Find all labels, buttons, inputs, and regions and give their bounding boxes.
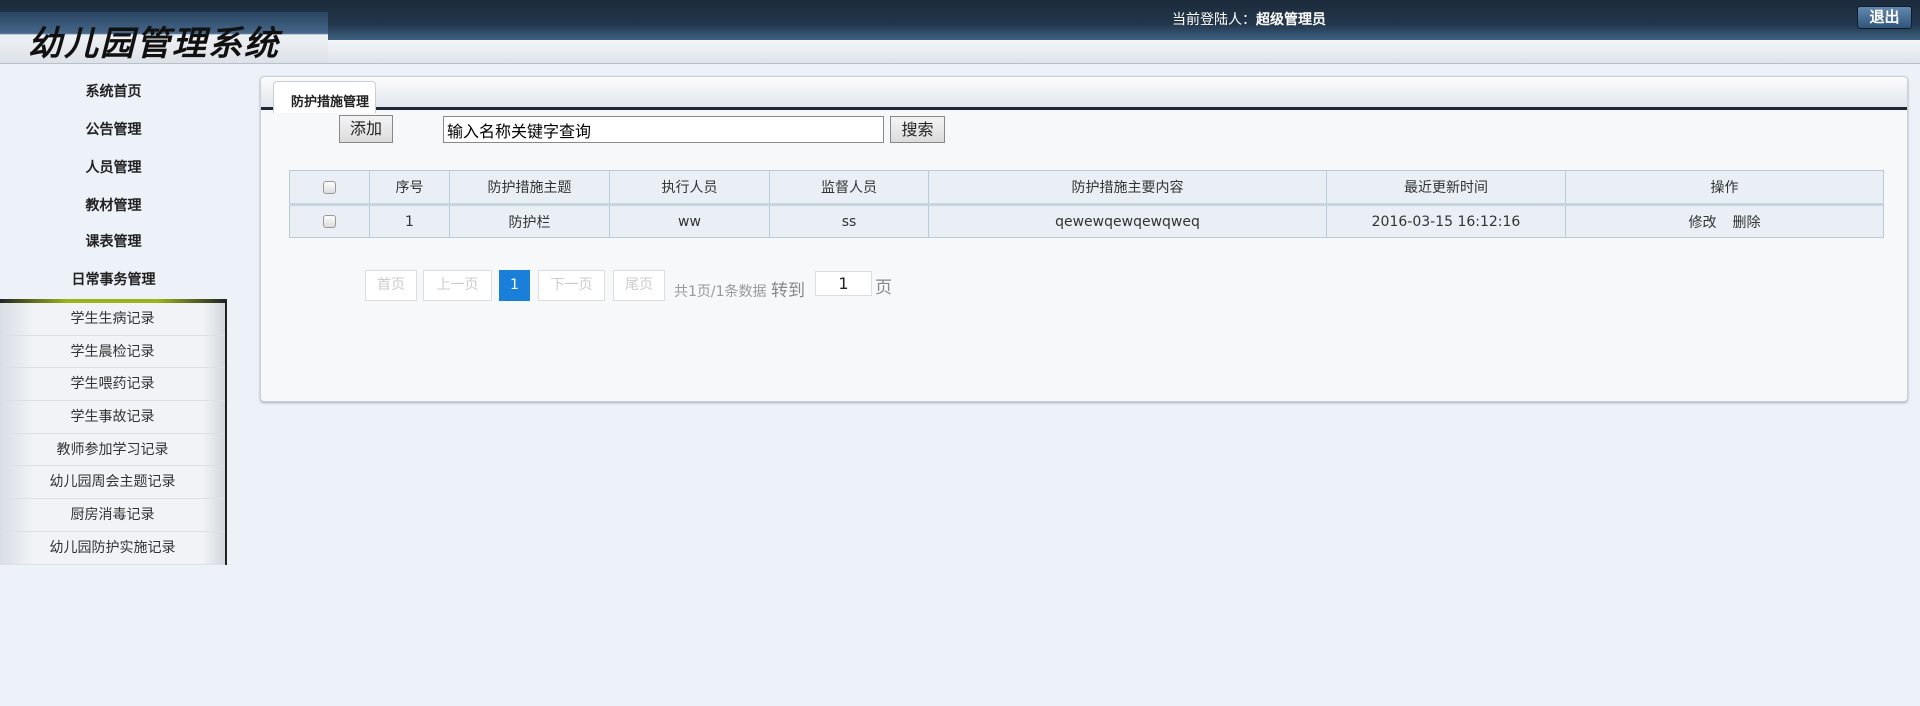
col-content: 防护措施主要内容	[928, 170, 1327, 205]
table-row: 1 防护栏 ww ss qewewqewqewqweq 2016-03-15 1…	[289, 203, 1884, 238]
col-topic: 防护措施主题	[449, 170, 610, 205]
current-user: 当前登陆人：超级管理员	[1172, 12, 1326, 28]
prev-page-button[interactable]: 上一页	[423, 270, 492, 301]
cell-updated: 2016-03-15 16:12:16	[1326, 203, 1566, 238]
submenu-item[interactable]: 学生喂药记录	[0, 368, 225, 402]
goto-page-input[interactable]: 1	[815, 271, 872, 296]
sidebar-item-notices[interactable]: 公告管理	[0, 115, 227, 145]
col-updated: 最近更新时间	[1326, 170, 1566, 205]
submenu-item[interactable]: 幼儿园防护实施记录	[0, 532, 225, 565]
sidebar-item-daily-affairs[interactable]: 日常事务管理	[0, 265, 227, 295]
col-actions: 操作	[1565, 170, 1884, 205]
user-name: 超级管理员	[1256, 12, 1326, 28]
content-panel: 防护措施管理 添加 搜索 序号 防护措施主题 执行人员 监督人员 防护措施主要内…	[260, 76, 1908, 402]
edit-link[interactable]: 修改	[1689, 215, 1717, 231]
submenu-item[interactable]: 学生晨检记录	[0, 336, 225, 369]
submenu-item[interactable]: 教师参加学习记录	[0, 434, 225, 467]
select-all-checkbox[interactable]	[323, 180, 336, 194]
cell-content: qewewqewqewqweq	[928, 203, 1327, 238]
cell-topic: 防护栏	[449, 203, 610, 238]
col-no: 序号	[369, 170, 450, 205]
sidebar-item-staff[interactable]: 人员管理	[0, 153, 227, 183]
panel-header	[261, 77, 1907, 110]
delete-link[interactable]: 删除	[1733, 215, 1761, 231]
logo: 幼儿园管理系统	[0, 12, 328, 64]
logout-button[interactable]: 退出	[1857, 6, 1912, 29]
submenu-item[interactable]: 学生生病记录	[0, 303, 225, 336]
row-checkbox[interactable]	[323, 215, 336, 228]
cell-supervisor: ss	[769, 203, 929, 238]
current-page-button[interactable]: 1	[499, 270, 530, 301]
sidebar-item-textbooks[interactable]: 教材管理	[0, 191, 227, 221]
page-unit-label: 页	[875, 278, 892, 298]
sidebar-item-schedule[interactable]: 课表管理	[0, 227, 227, 257]
col-executor: 执行人员	[609, 170, 770, 205]
next-page-button[interactable]: 下一页	[538, 270, 605, 301]
sidebar-item-home[interactable]: 系统首页	[0, 77, 227, 107]
first-page-button[interactable]: 首页	[365, 270, 417, 301]
last-page-button[interactable]: 尾页	[613, 270, 665, 301]
table-header: 序号 防护措施主题 执行人员 监督人员 防护措施主要内容 最近更新时间 操作	[289, 170, 1884, 205]
submenu-item[interactable]: 学生事故记录	[0, 401, 225, 434]
add-button[interactable]: 添加	[339, 115, 393, 143]
cell-executor: ww	[609, 203, 770, 238]
pager-summary: 共1页/1条数据 转到	[674, 281, 805, 301]
submenu: 学生生病记录 学生晨检记录 学生喂药记录 学生事故记录 教师参加学习记录 幼儿园…	[0, 299, 227, 565]
col-supervisor: 监督人员	[769, 170, 929, 205]
data-table: 序号 防护措施主题 执行人员 监督人员 防护措施主要内容 最近更新时间 操作 1…	[289, 170, 1884, 238]
search-input[interactable]	[443, 116, 884, 143]
search-button[interactable]: 搜索	[890, 116, 945, 143]
submenu-item[interactable]: 厨房消毒记录	[0, 499, 225, 532]
submenu-item[interactable]: 幼儿园周会主题记录	[0, 466, 225, 500]
goto-label: 转到	[770, 281, 805, 301]
cell-no: 1	[369, 203, 450, 238]
tab-protection-measures[interactable]: 防护措施管理	[273, 81, 376, 113]
